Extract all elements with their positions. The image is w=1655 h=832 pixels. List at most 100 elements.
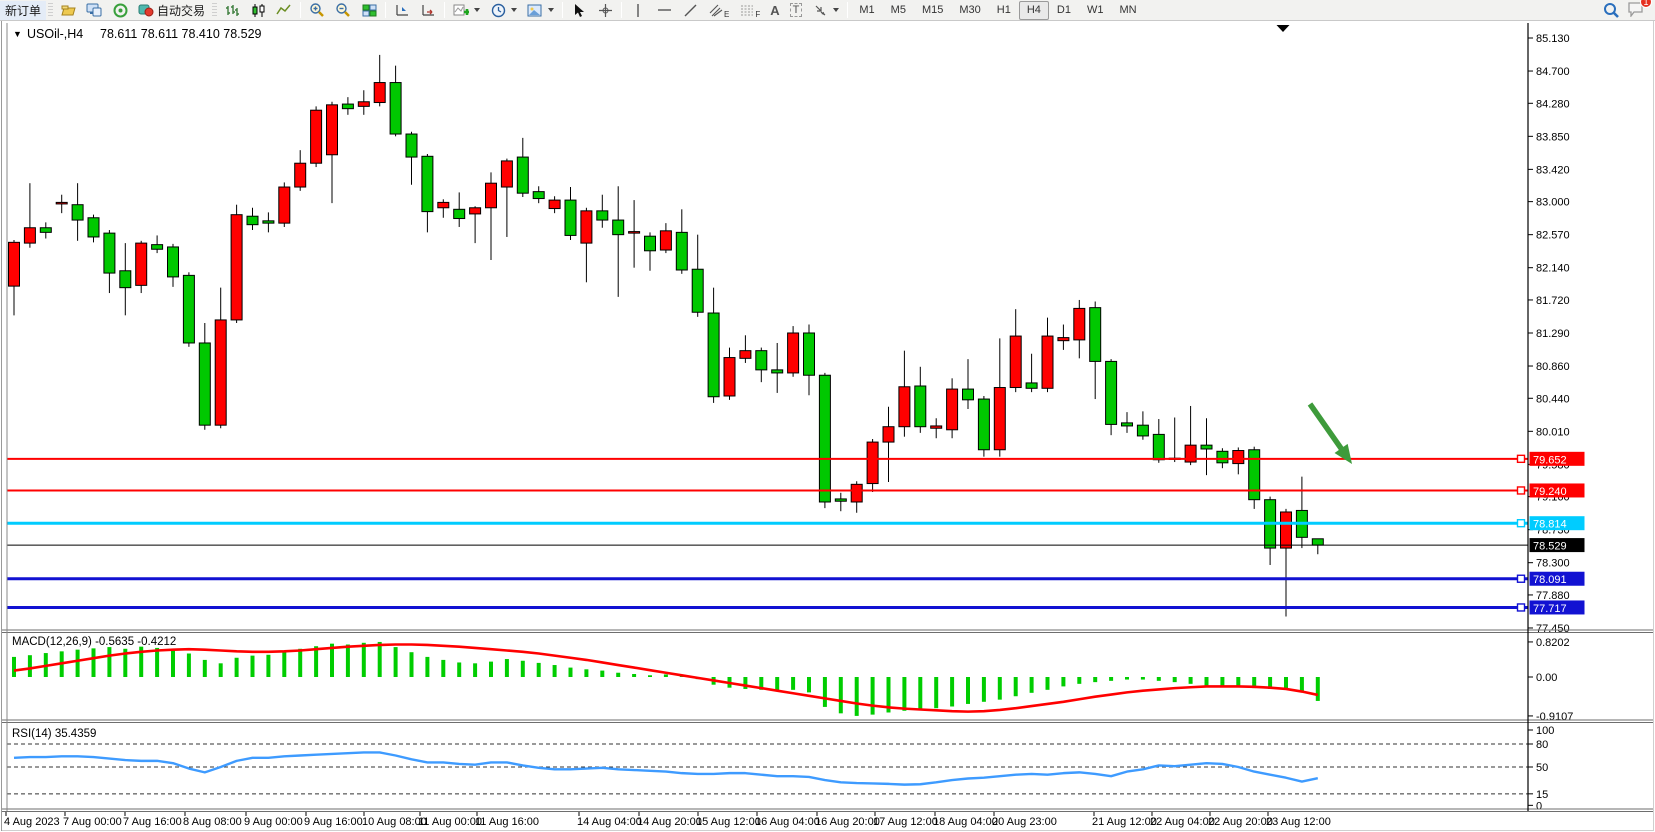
- timeframe-d1[interactable]: D1: [1049, 1, 1079, 20]
- time-tick-label: 7 Aug 16:00: [123, 816, 182, 828]
- time-tick-label: 18 Aug 04:00: [933, 816, 998, 828]
- candle: [295, 150, 306, 191]
- candle: [183, 272, 194, 347]
- chart-title-symbol: USOil-,H4: [27, 27, 83, 41]
- line-anchor-handle[interactable]: [1518, 455, 1525, 462]
- macd-signal-line: [14, 645, 1318, 712]
- notifications-button[interactable]: 1: [1627, 1, 1645, 20]
- vertical-line-tool[interactable]: [625, 1, 651, 20]
- auto-arrange-button[interactable]: [415, 1, 441, 20]
- candle: [565, 187, 576, 240]
- line-anchor-handle[interactable]: [1518, 575, 1525, 582]
- timeframe-m15[interactable]: M15: [914, 1, 951, 20]
- terminal-button[interactable]: [81, 1, 107, 20]
- chart-shift-marker-icon[interactable]: [1277, 25, 1290, 32]
- macd-tick-label: -0.9107: [1536, 711, 1573, 723]
- candle: [819, 373, 830, 508]
- candle: [454, 192, 465, 227]
- timeframe-m1[interactable]: M1: [851, 1, 882, 20]
- candle: [899, 351, 910, 437]
- zoom-in-button[interactable]: [304, 1, 330, 20]
- zoom-out-button[interactable]: [330, 1, 356, 20]
- time-tick-label: 16 Aug 04:00: [755, 816, 820, 828]
- auto-trading-label: 自动交易: [157, 2, 205, 19]
- candlestick-chart-button[interactable]: [245, 1, 271, 20]
- candle: [1249, 447, 1260, 509]
- period-button[interactable]: [485, 1, 522, 20]
- channel-tool[interactable]: E: [703, 1, 734, 20]
- candle: [772, 343, 783, 393]
- candle: [168, 244, 179, 287]
- chevron-down-icon: [511, 8, 517, 12]
- candle: [581, 208, 592, 283]
- price-tick-label: 82.570: [1536, 230, 1570, 242]
- candle: [1233, 447, 1244, 474]
- text-tool[interactable]: A: [765, 1, 784, 20]
- candle: [9, 240, 20, 315]
- rsi-tick-label: 80: [1536, 739, 1548, 751]
- crosshair-tool[interactable]: [592, 1, 618, 20]
- price-tick-label: 81.290: [1536, 328, 1570, 340]
- trendline-icon: [682, 2, 698, 18]
- price-line-label-text: 77.717: [1533, 603, 1567, 615]
- rsi-tick-label: 50: [1536, 762, 1548, 774]
- fibonacci-tool[interactable]: F: [734, 1, 765, 20]
- cursor-tool[interactable]: [566, 1, 592, 20]
- timeframe-h1[interactable]: H1: [989, 1, 1019, 20]
- price-tick-label: 77.880: [1536, 590, 1570, 602]
- line-anchor-handle[interactable]: [1518, 604, 1525, 611]
- candle: [1042, 318, 1053, 393]
- timeframe-mn[interactable]: MN: [1111, 1, 1144, 20]
- new-order-button[interactable]: 新订单: [0, 1, 46, 20]
- price-tick-label: 82.140: [1536, 263, 1570, 275]
- time-tick-label: 7 Aug 00:00: [63, 816, 122, 828]
- tile-windows-button[interactable]: [356, 1, 382, 20]
- trend-arrow-line[interactable]: [1310, 404, 1343, 452]
- line-chart-button[interactable]: [271, 1, 297, 20]
- add-indicator-button[interactable]: [448, 1, 485, 20]
- label-tool[interactable]: T: [785, 1, 808, 20]
- search-icon[interactable]: [1603, 2, 1619, 18]
- symbol-dropdown-icon[interactable]: ▼: [13, 29, 22, 39]
- timeframe-h4[interactable]: H4: [1019, 1, 1049, 20]
- time-tick-label: 8 Aug 08:00: [183, 816, 242, 828]
- arrange-charts-button[interactable]: [389, 1, 415, 20]
- timeframe-w1[interactable]: W1: [1079, 1, 1112, 20]
- line-anchor-handle[interactable]: [1518, 520, 1525, 527]
- template-button[interactable]: [522, 1, 559, 20]
- time-tick-label: 21 Aug 12:00: [1092, 816, 1157, 828]
- candle: [374, 55, 385, 106]
- vertical-line-icon: [630, 2, 646, 18]
- price-tick-label: 84.280: [1536, 98, 1570, 110]
- time-tick-label: 20 Aug 23:00: [992, 816, 1057, 828]
- time-tick-label: 9 Aug 16:00: [304, 816, 363, 828]
- timeframe-m30[interactable]: M30: [951, 1, 988, 20]
- auto-trading-button[interactable]: 自动交易: [133, 1, 210, 20]
- arrows-tool[interactable]: [807, 1, 844, 20]
- candle: [1153, 419, 1164, 463]
- rsi-tick-label: 100: [1536, 725, 1554, 737]
- timeframe-m5[interactable]: M5: [883, 1, 914, 20]
- bar-chart-button[interactable]: [219, 1, 245, 20]
- candle: [724, 348, 735, 400]
- price-tick-label: 84.700: [1536, 66, 1570, 78]
- candle: [136, 241, 147, 293]
- toolbar-separator: [847, 2, 848, 18]
- time-tick-label: 11 Aug 00:00: [418, 816, 482, 828]
- trendline-tool[interactable]: [677, 1, 703, 20]
- rsi-line: [14, 752, 1318, 784]
- arrows-icon: [812, 2, 828, 18]
- time-tick-label: 11 Aug 16:00: [475, 816, 539, 828]
- auto-trading-icon: [138, 2, 154, 18]
- candle: [676, 209, 687, 274]
- favorites-button[interactable]: [55, 1, 81, 20]
- candle: [438, 199, 449, 217]
- chart-window[interactable]: ▼ USOil-,H4 78.611 78.611 78.410 78.529 …: [0, 21, 1655, 832]
- horizontal-line-icon: [656, 2, 672, 18]
- main-toolbar: 新订单 自动交易: [0, 0, 1655, 21]
- price-tick-label: 83.850: [1536, 131, 1570, 143]
- candle: [883, 407, 894, 482]
- line-anchor-handle[interactable]: [1518, 487, 1525, 494]
- signals-button[interactable]: [107, 1, 133, 20]
- horizontal-line-tool[interactable]: [651, 1, 677, 20]
